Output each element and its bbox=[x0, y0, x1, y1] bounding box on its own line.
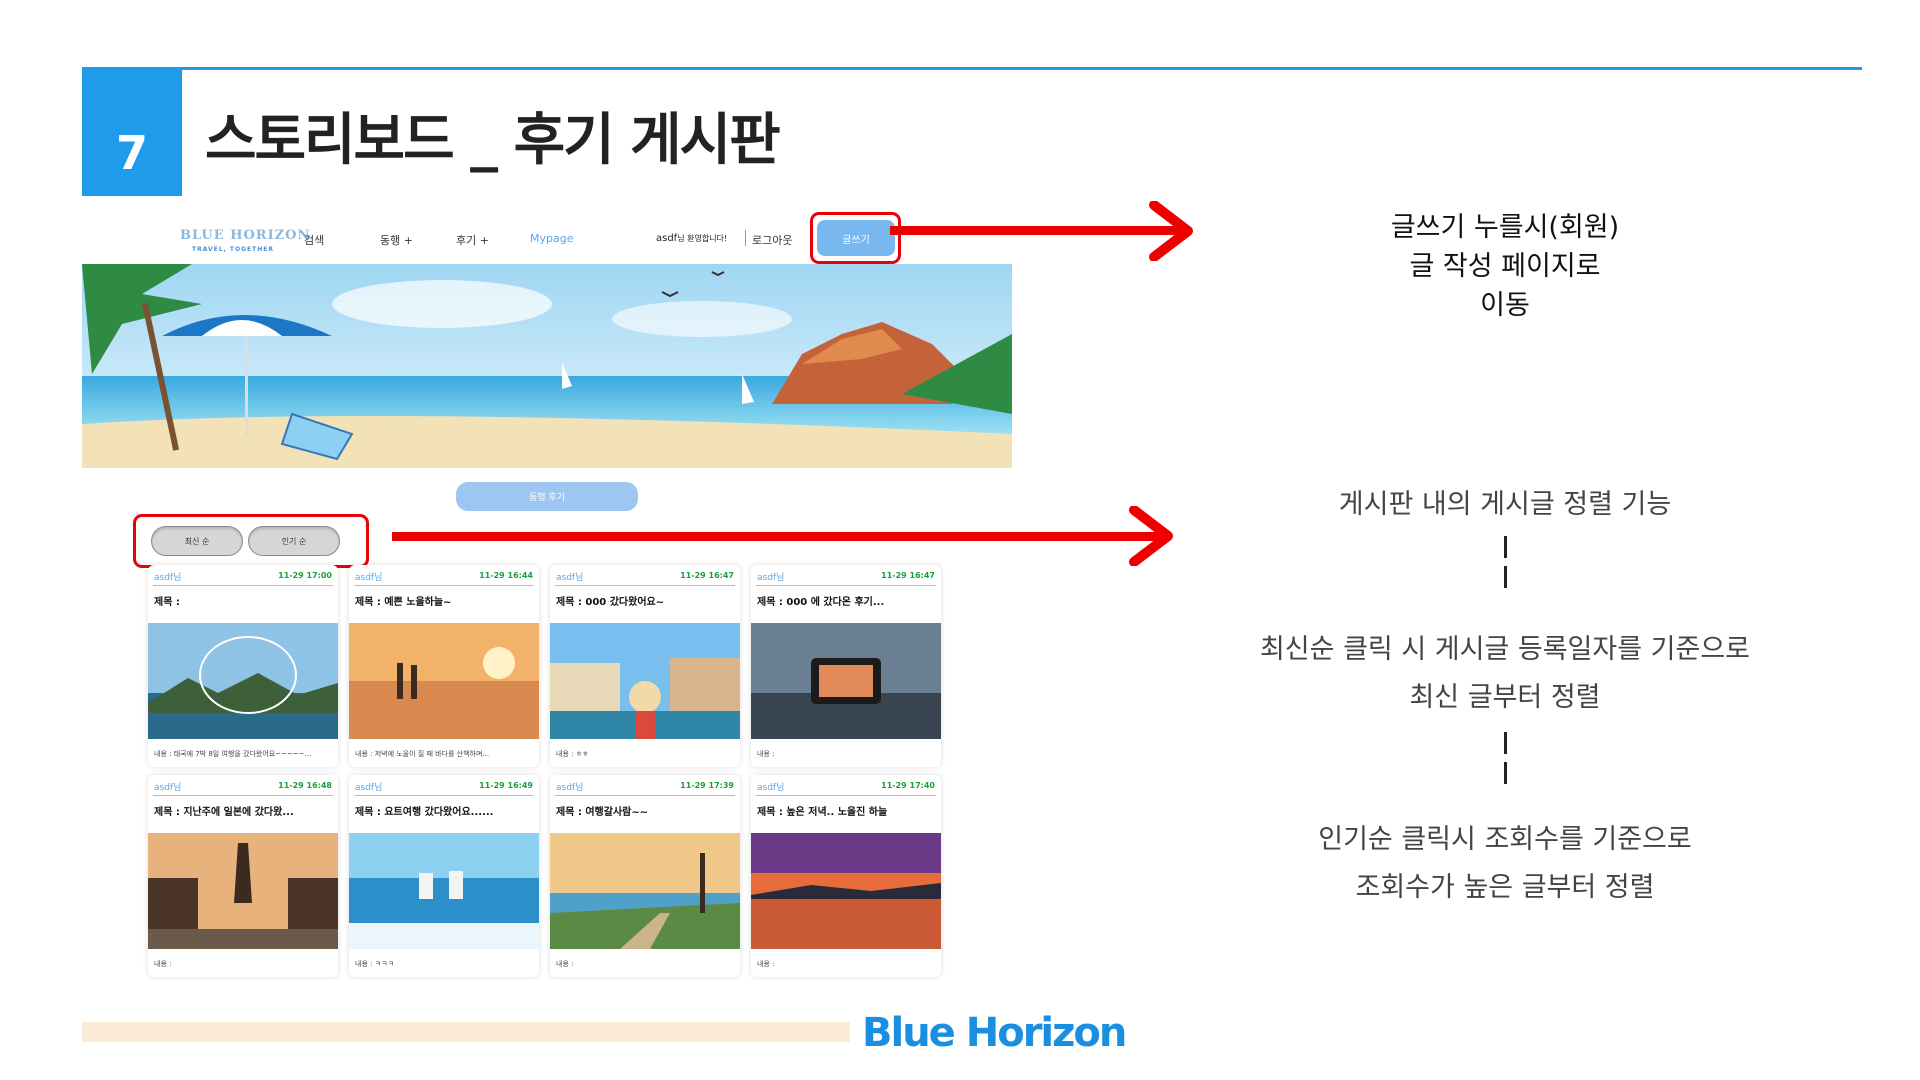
latest-note-line: 최신 글부터 정렬 bbox=[1409, 682, 1601, 713]
card-title: 제목 : 000 에 갔다온 후기... bbox=[757, 597, 885, 608]
card-divider bbox=[153, 585, 333, 586]
site-navbar: BLUE HORIZON TRAVEL, TOGETHER 검색 동행 + 후기… bbox=[82, 212, 1012, 264]
logout-link[interactable]: 로그아웃 bbox=[752, 232, 792, 248]
card-photo bbox=[349, 623, 539, 739]
card-body: 내용 : bbox=[757, 960, 775, 968]
card-date: 11-29 16:48 bbox=[278, 781, 332, 790]
write-note-line: 글쓰기 누를시(회원) bbox=[1390, 212, 1620, 243]
card-date: 11-29 16:47 bbox=[680, 571, 734, 580]
card-divider bbox=[756, 585, 936, 586]
header-rule bbox=[82, 67, 1862, 70]
card-title: 제목 : 000 갔다왔어요~ bbox=[556, 597, 665, 608]
divider-dash bbox=[1504, 732, 1507, 754]
card-divider bbox=[555, 585, 735, 586]
write-note: 글쓰기 누를시(회원) 글 작성 페이지로 이동 bbox=[1360, 205, 1650, 322]
card-divider bbox=[153, 795, 333, 796]
hero-banner-beach bbox=[82, 264, 1012, 468]
card-title: 제목 : 지난주에 일본에 갔다왔... bbox=[154, 807, 294, 818]
arrow-to-sort-note bbox=[392, 532, 1167, 541]
footer-brand: Blue Horizon bbox=[862, 1010, 1127, 1056]
review-card[interactable]: asdf님 11-29 16:44 제목 : 예쁜 노을하늘~ 내용 : 저녁에 노을… bbox=[349, 565, 539, 767]
card-divider bbox=[354, 585, 534, 586]
site-logo[interactable]: BLUE HORIZON bbox=[180, 228, 310, 243]
review-card[interactable]: asdf님 11-29 17:40 제목 : 높은 저녁.. 노을진 하늘내용 : bbox=[751, 775, 941, 977]
popular-note-line: 인기순 클릭시 조회수를 기준으로 bbox=[1318, 824, 1692, 855]
review-board-title-button[interactable]: 동행 후기 bbox=[456, 482, 638, 511]
card-photo bbox=[148, 833, 338, 949]
card-author: asdf님 bbox=[355, 573, 383, 583]
card-author: asdf님 bbox=[355, 783, 383, 793]
beach-illustration bbox=[82, 264, 1012, 468]
latest-note-line: 최신순 클릭 시 게시글 등록일자를 기준으로 bbox=[1259, 634, 1751, 665]
arrow-head-icon bbox=[1129, 506, 1173, 566]
card-body: 내용 : ㅎㅎ bbox=[556, 750, 589, 758]
greeting-suffix: 님 환영합니다! bbox=[677, 234, 728, 243]
nav-item-mypage[interactable]: Mypage bbox=[530, 232, 573, 245]
card-photo bbox=[550, 623, 740, 739]
latest-sort-note: 최신순 클릭 시 게시글 등록일자를 기준으로 최신 글부터 정렬 bbox=[1230, 626, 1780, 722]
card-date: 11-29 16:44 bbox=[479, 571, 533, 580]
card-title: 제목 : bbox=[154, 597, 180, 608]
slide-number-badge: 7 bbox=[82, 70, 182, 196]
write-note-line: 글 작성 페이지로 bbox=[1409, 251, 1601, 282]
site-logo-tagline: TRAVEL, TOGETHER bbox=[192, 246, 274, 253]
card-title: 제목 : 요트여행 갔다왔어요...... bbox=[355, 807, 494, 818]
write-note-line: 이동 bbox=[1480, 290, 1530, 321]
nav-item-companion[interactable]: 동행 + bbox=[380, 232, 413, 248]
card-photo bbox=[148, 623, 338, 739]
card-date: 11-29 16:47 bbox=[881, 571, 935, 580]
sort-latest-button[interactable]: 최신 순 bbox=[151, 526, 243, 556]
card-photo bbox=[349, 833, 539, 949]
card-date: 11-29 17:39 bbox=[680, 781, 734, 790]
arrow-to-write-note bbox=[890, 226, 1190, 235]
sort-feature-heading: 게시판 내의 게시글 정렬 기능 bbox=[1338, 489, 1672, 520]
divider-dash bbox=[1504, 762, 1507, 784]
greeting-username: asdf bbox=[656, 233, 678, 244]
card-divider bbox=[756, 795, 936, 796]
card-body: 내용 : 저녁에 노을이 질 때 바다를 산책하며... bbox=[355, 750, 490, 758]
card-title: 제목 : 여행갈사람~~ bbox=[556, 807, 649, 818]
card-body: 내용 : bbox=[757, 750, 775, 758]
card-date: 11-29 17:40 bbox=[881, 781, 935, 790]
sort-popular-button[interactable]: 인기 순 bbox=[248, 526, 340, 556]
card-body: 내용 : bbox=[154, 960, 172, 968]
card-body: 내용 : ㅋㅋㅋ bbox=[355, 960, 395, 968]
popular-sort-note: 인기순 클릭시 조회수를 기준으로 조회수가 높은 글부터 정렬 bbox=[1260, 816, 1750, 912]
review-card[interactable]: asdf님 11-29 17:39 제목 : 여행갈사람~~ 내용 : bbox=[550, 775, 740, 977]
divider-dash bbox=[1504, 566, 1507, 588]
slide-title: 스토리보드 _ 후기 게시판 bbox=[205, 108, 781, 173]
review-card[interactable]: asdf님 11-29 16:47 제목 : 000 에 갔다온 후기... 내용 : bbox=[751, 565, 941, 767]
card-body: 내용 : bbox=[556, 960, 574, 968]
divider-dash bbox=[1504, 536, 1507, 558]
nav-item-review[interactable]: 후기 + bbox=[456, 232, 489, 248]
arrow-head-icon bbox=[1149, 201, 1193, 261]
nav-item-search[interactable]: 검색 bbox=[304, 232, 324, 248]
card-body: 내용 : 태국에 7박 8일 여행을 갔다왔어요~~~~~... bbox=[154, 750, 312, 758]
card-title: 제목 : 높은 저녁.. 노을진 하늘 bbox=[757, 807, 888, 818]
card-title: 제목 : 예쁜 노을하늘~ bbox=[355, 597, 452, 608]
review-card[interactable]: asdf님 11-29 16:48 제목 : 지난주에 일본에 갔다왔... 내용 : bbox=[148, 775, 338, 977]
card-date: 11-29 17:00 bbox=[278, 571, 332, 580]
card-author: asdf님 bbox=[757, 573, 785, 583]
slide-number: 7 bbox=[115, 126, 148, 180]
card-date: 11-29 16:49 bbox=[479, 781, 533, 790]
card-author: asdf님 bbox=[556, 783, 584, 793]
card-author: asdf님 bbox=[154, 783, 182, 793]
card-photo bbox=[751, 623, 941, 739]
card-photo bbox=[550, 833, 740, 949]
user-greeting: asdf님 환영합니다! bbox=[656, 233, 727, 244]
footer-bar bbox=[82, 1022, 850, 1042]
review-card[interactable]: asdf님 11-29 16:47 제목 : 000 갔다왔어요~ 내용 : ㅎㅎ bbox=[550, 565, 740, 767]
card-author: asdf님 bbox=[757, 783, 785, 793]
card-author: asdf님 bbox=[556, 573, 584, 583]
write-button-highlight bbox=[810, 212, 901, 264]
card-divider bbox=[555, 795, 735, 796]
card-photo bbox=[751, 833, 941, 949]
card-divider bbox=[354, 795, 534, 796]
review-card[interactable]: asdf님 11-29 17:00 제목 : 내용 : 태국에 7박 8일 여행을 갔… bbox=[148, 565, 338, 767]
card-author: asdf님 bbox=[154, 573, 182, 583]
popular-note-line: 조회수가 높은 글부터 정렬 bbox=[1355, 872, 1655, 903]
review-card[interactable]: asdf님 11-29 16:49 제목 : 요트여행 갔다왔어요...... 내용 … bbox=[349, 775, 539, 977]
nav-divider bbox=[745, 230, 746, 246]
